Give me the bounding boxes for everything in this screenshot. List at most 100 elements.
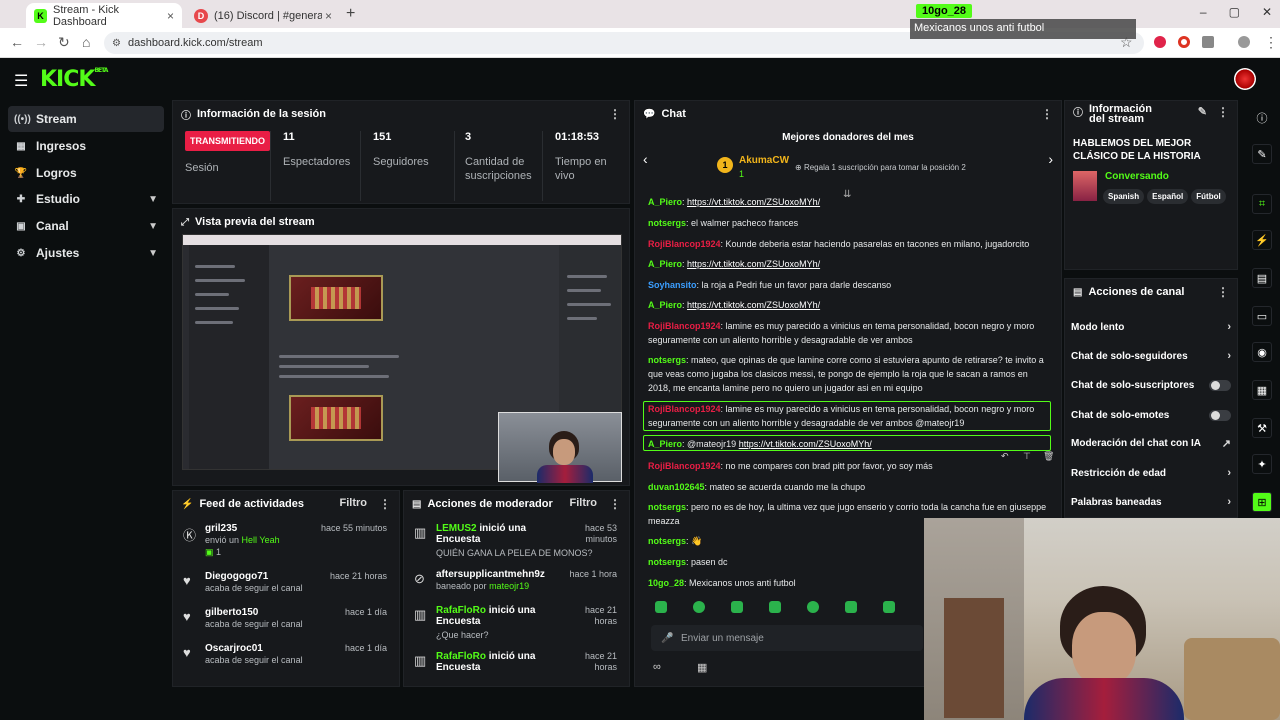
close-icon[interactable]: × (325, 9, 332, 23)
action-ai-moderation[interactable]: Moderación del chat con IA ↗ (1071, 432, 1231, 454)
menu-dots-icon[interactable]: ⋮ (1264, 34, 1278, 51)
filter-button[interactable]: Filtro (340, 497, 368, 509)
wrench-icon[interactable]: ⚒ (1252, 418, 1272, 438)
action-label: Chat de solo-suscriptores (1071, 379, 1195, 391)
channel-actions-icon: ▤ (1073, 286, 1083, 298)
close-window-icon[interactable]: ✕ (1262, 5, 1272, 19)
emote-icon[interactable] (769, 601, 781, 613)
chat-input[interactable]: 🎤 Enviar un mensaje (651, 625, 923, 651)
money-icon: ▦ (16, 140, 26, 152)
filter-button[interactable]: Filtro (570, 497, 598, 509)
mod-action-user[interactable]: aftersupplicantmehn9z (436, 569, 545, 580)
window-controls: – ▢ ✕ (1200, 5, 1272, 19)
stat-followers: 151 Seguidores (373, 131, 455, 201)
more-options-icon[interactable]: ⋮ (609, 107, 621, 121)
more-options-icon[interactable]: ⋮ (609, 497, 621, 511)
minimize-icon[interactable]: – (1200, 5, 1207, 19)
forward-icon[interactable]: → (34, 34, 48, 50)
action-slow-mode[interactable]: Modo lento › (1071, 316, 1231, 338)
sidebar-item-ajustes[interactable]: ⚙ Ajustes ▼ (8, 240, 164, 266)
emote-icon[interactable] (731, 601, 743, 613)
tab-title: (16) Discord | #general | M (214, 9, 322, 22)
edit-icon[interactable]: ✎ (1198, 107, 1207, 118)
category-thumbnail[interactable] (1073, 171, 1097, 201)
lightning-icon[interactable]: ⚡ (1252, 230, 1272, 250)
puzzle-icon[interactable] (1202, 36, 1214, 48)
back-icon[interactable]: ← (10, 34, 24, 50)
broadcast-icon[interactable]: ◉ (1252, 342, 1272, 362)
add-widget-icon[interactable]: ⊞ (1252, 492, 1272, 512)
store-icon[interactable]: ▦ (697, 661, 707, 674)
heart-icon: ♥ (183, 573, 191, 588)
emote-icon[interactable] (693, 601, 705, 613)
list-item: ▥ RafaFloRo inició una Encuesta ¿Que hac… (404, 605, 629, 647)
emote-icon[interactable] (883, 601, 895, 613)
site-info-icon[interactable]: ⚙ (112, 38, 121, 49)
more-options-icon[interactable]: ⋮ (1041, 107, 1053, 121)
webcam-overlay (924, 518, 1280, 720)
tab-kick-dashboard[interactable]: K Stream - Kick Dashboard × (26, 3, 182, 28)
microphone-icon[interactable]: 🎤 (661, 633, 673, 644)
maximize-icon[interactable]: ▢ (1229, 5, 1240, 19)
tab-discord[interactable]: D (16) Discord | #general | M × (186, 3, 340, 28)
timestamp: hace 21 horas (584, 605, 617, 626)
profile-icon[interactable] (1238, 36, 1250, 48)
emote-icon[interactable] (655, 601, 667, 613)
sidebar-item-logros[interactable]: 🏆 Logros (8, 160, 164, 186)
new-tab-button[interactable]: + (346, 5, 355, 23)
reload-icon[interactable]: ↻ (58, 34, 70, 51)
action-banned-words[interactable]: Palabras baneadas › (1071, 491, 1231, 513)
focus-icon[interactable]: ⌗ (1252, 194, 1272, 214)
mod-icon[interactable]: ▦ (1252, 380, 1272, 400)
info-icon[interactable]: ⓘ (1252, 108, 1272, 128)
star-icon[interactable]: ✦ (1252, 454, 1272, 474)
panel-icon[interactable]: ▤ (1252, 268, 1272, 288)
sidebar-item-estudio[interactable]: ✚ Estudio ▼ (8, 186, 164, 212)
home-icon[interactable]: ⌂ (82, 34, 90, 50)
activity-user[interactable]: gilberto150 (205, 607, 258, 618)
category-name[interactable]: Conversando (1105, 171, 1169, 182)
close-icon[interactable]: × (167, 9, 174, 23)
chevron-right-icon[interactable]: › (1048, 151, 1053, 167)
hamburger-menu-icon[interactable]: ☰ (14, 71, 28, 91)
person-shirt (1024, 678, 1184, 720)
kick-logo[interactable]: KICKBETA (40, 67, 108, 92)
action-age-restriction[interactable]: Restricción de edad › (1071, 462, 1231, 484)
sidebar-item-canal[interactable]: ▣ Canal ▼ (8, 213, 164, 239)
lightning-icon: ⚡ (181, 498, 194, 510)
emote-icon[interactable] (845, 601, 857, 613)
more-options-icon[interactable]: ⋮ (1217, 285, 1229, 299)
infinity-icon[interactable]: ∞ (653, 661, 661, 673)
avatar[interactable] (1234, 68, 1256, 90)
toggle-switch[interactable] (1209, 409, 1231, 421)
toggle-switch[interactable] (1209, 379, 1231, 391)
action-followers-only[interactable]: Chat de solo-seguidores › (1071, 345, 1231, 367)
tool-rail: ⓘ ✎ ⌗ ⚡ ▤ ▭ ◉ ▦ ⚒ ✦ ⊞ (1244, 100, 1280, 520)
action-label: Chat de solo-seguidores (1071, 350, 1188, 362)
top-donor-name[interactable]: AkumaCW (739, 155, 789, 166)
action-label: Palabras baneadas (1071, 496, 1162, 508)
sidebar-item-ingresos[interactable]: ▦ Ingresos (8, 133, 164, 159)
kick-favicon-icon: K (34, 8, 47, 23)
extension-icon[interactable] (1154, 36, 1166, 48)
timestamp: hace 1 día (344, 607, 387, 617)
info-icon: ⓘ (1073, 108, 1083, 119)
edit-icon[interactable]: ✎ (1252, 144, 1272, 164)
extension-icon[interactable] (1178, 36, 1190, 48)
panel-title: Acciones de canal (1088, 286, 1185, 298)
studio-icon: ✚ (16, 193, 26, 205)
mod-actions-panel: ▤ Acciones de moderador Filtro ⋮ ▥ LEMUS… (403, 490, 630, 687)
chevron-left-icon[interactable]: ‹ (643, 151, 648, 167)
preview-banner (289, 275, 383, 321)
activity-feed-panel: ⚡ Feed de actividades Filtro ⋮ Ⓚ gril235… (172, 490, 400, 687)
more-options-icon[interactable]: ⋮ (1217, 106, 1229, 118)
activity-user[interactable]: Diegogogo71 (205, 571, 268, 582)
more-options-icon[interactable]: ⋮ (379, 497, 391, 511)
chat-icon[interactable]: ▭ (1252, 306, 1272, 326)
panel-title: Vista previa del stream (195, 216, 315, 228)
activity-user[interactable]: Oscarjroc01 (205, 643, 263, 654)
action-emotes-only: Chat de solo-emotes (1071, 404, 1231, 426)
activity-user[interactable]: gril235 (205, 523, 237, 534)
sidebar-item-stream[interactable]: ((•)) Stream (8, 106, 164, 132)
emote-icon[interactable] (807, 601, 819, 613)
